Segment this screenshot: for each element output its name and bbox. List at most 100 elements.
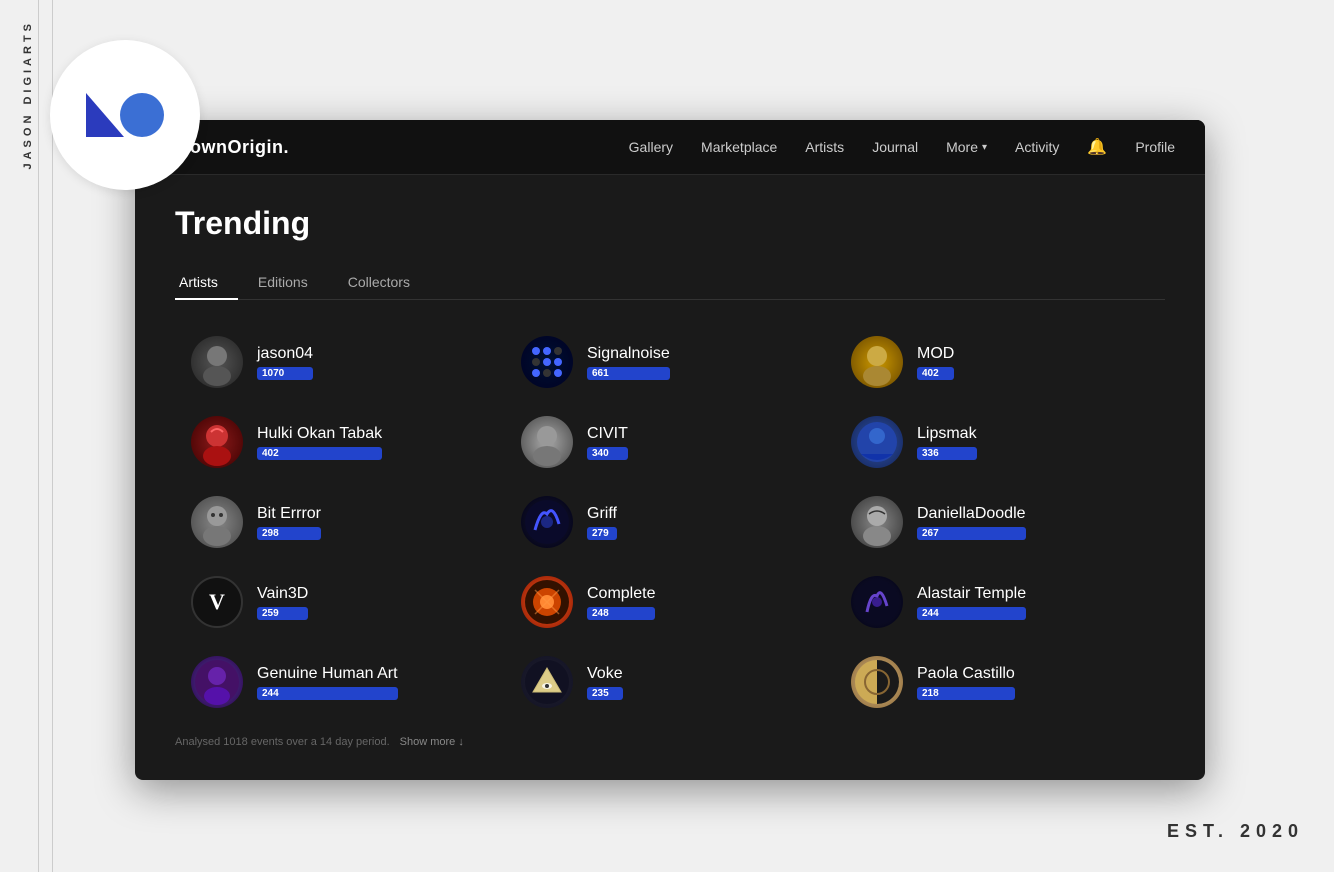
artist-name-genuine: Genuine Human Art — [257, 665, 398, 683]
avatar-voke — [521, 656, 573, 708]
artist-item-alastair[interactable]: Alastair Temple 244 — [835, 564, 1165, 640]
footer-text: Analysed 1018 events over a 14 day perio… — [175, 736, 390, 748]
artist-info-vain3d: Vain3D 259 — [257, 585, 308, 620]
bell-icon[interactable]: 🔔 — [1087, 137, 1107, 157]
artist-name-alastair: Alastair Temple — [917, 585, 1026, 603]
artist-info-paola: Paola Castillo 218 — [917, 665, 1015, 700]
artist-info-lipsmak: Lipsmak 336 — [917, 425, 977, 460]
artist-score-daniella: 267 — [917, 527, 1026, 540]
artist-info-signalnoise: Signalnoise 661 — [587, 345, 670, 380]
artist-item-civit[interactable]: CIVIT 340 — [505, 404, 835, 480]
page-title: Trending — [175, 205, 1165, 242]
vain3d-v-icon: V — [209, 589, 225, 615]
artist-info-daniella: DaniellaDoodle 267 — [917, 505, 1026, 540]
artist-item-paola[interactable]: Paola Castillo 218 — [835, 644, 1165, 720]
est-text: EST. 2020 — [1167, 821, 1304, 842]
logo-shapes — [86, 93, 164, 137]
tab-artists[interactable]: Artists — [175, 266, 238, 300]
artist-info-genuine: Genuine Human Art 244 — [257, 665, 398, 700]
artist-name-complete: Complete — [587, 585, 655, 603]
artist-info-mod: MOD 402 — [917, 345, 954, 380]
tab-editions[interactable]: Editions — [238, 266, 328, 300]
logo-dot — [120, 93, 164, 137]
artist-info-voke: Voke 235 — [587, 665, 623, 700]
tabs: Artists Editions Collectors — [175, 266, 1165, 300]
artist-item-voke[interactable]: Voke 235 — [505, 644, 835, 720]
avatar-daniella — [851, 496, 903, 548]
footer-note: Analysed 1018 events over a 14 day perio… — [175, 736, 1165, 748]
avatar-paola — [851, 656, 903, 708]
watermark-side: JASON DIGIARTS — [0, 0, 55, 872]
nav-links: Gallery Marketplace Artists Journal More… — [629, 137, 1175, 157]
artist-score-biterrror: 298 — [257, 527, 321, 540]
artist-item-hulki[interactable]: Hulki Okan Tabak 402 — [175, 404, 505, 480]
nav-more-label: More — [946, 139, 978, 155]
artist-name-biterrror: Bit Errror — [257, 505, 321, 523]
avatar-signalnoise — [521, 336, 573, 388]
browser-window: KnownOrigin. Gallery Marketplace Artists… — [135, 120, 1205, 780]
artist-score-complete: 248 — [587, 607, 655, 620]
avatar-complete — [521, 576, 573, 628]
artist-score-signalnoise: 661 — [587, 367, 670, 380]
artist-info-biterrror: Bit Errror 298 — [257, 505, 321, 540]
artist-score-lipsmak: 336 — [917, 447, 977, 460]
artist-item-vain3d[interactable]: V Vain3D 259 — [175, 564, 505, 640]
avatar-biterrror — [191, 496, 243, 548]
artist-item-biterrror[interactable]: Bit Errror 298 — [175, 484, 505, 560]
artist-score-vain3d: 259 — [257, 607, 308, 620]
avatar-griff — [521, 496, 573, 548]
artist-info-civit: CIVIT 340 — [587, 425, 628, 460]
tab-collectors[interactable]: Collectors — [328, 266, 430, 300]
nav-journal[interactable]: Journal — [872, 139, 918, 155]
main-content: Trending Artists Editions Collectors jas… — [135, 175, 1205, 780]
artist-score-griff: 279 — [587, 527, 617, 540]
nav-artists[interactable]: Artists — [805, 139, 844, 155]
artist-name-griff: Griff — [587, 505, 617, 523]
show-more-button[interactable]: Show more ↓ — [400, 736, 464, 748]
artist-info-griff: Griff 279 — [587, 505, 617, 540]
artist-score-hulki: 402 — [257, 447, 382, 460]
artist-score-mod: 402 — [917, 367, 954, 380]
artist-score-civit: 340 — [587, 447, 628, 460]
artists-grid: jason04 1070 Signalnoise 661 — [175, 324, 1165, 720]
artist-name-paola: Paola Castillo — [917, 665, 1015, 683]
nav-more-dropdown[interactable]: More ▾ — [946, 139, 987, 155]
avatar-jason04 — [191, 336, 243, 388]
artist-name-voke: Voke — [587, 665, 623, 683]
nav-marketplace[interactable]: Marketplace — [701, 139, 777, 155]
artist-item-mod[interactable]: MOD 402 — [835, 324, 1165, 400]
artist-score-voke: 235 — [587, 687, 623, 700]
artist-score-jason04: 1070 — [257, 367, 313, 380]
artist-name-hulki: Hulki Okan Tabak — [257, 425, 382, 443]
artist-info-hulki: Hulki Okan Tabak 402 — [257, 425, 382, 460]
nav-activity[interactable]: Activity — [1015, 139, 1059, 155]
artist-score-paola: 218 — [917, 687, 1015, 700]
logo-circle — [50, 40, 200, 190]
navbar: KnownOrigin. Gallery Marketplace Artists… — [135, 120, 1205, 175]
signalnoise-dots-icon — [532, 347, 562, 377]
artist-name-civit: CIVIT — [587, 425, 628, 443]
artist-item-daniella[interactable]: DaniellaDoodle 267 — [835, 484, 1165, 560]
artist-name-daniella: DaniellaDoodle — [917, 505, 1026, 523]
avatar-lipsmak — [851, 416, 903, 468]
nav-profile[interactable]: Profile — [1135, 139, 1175, 155]
artist-info-jason04: jason04 1070 — [257, 345, 313, 380]
chevron-down-icon: ▾ — [982, 142, 987, 153]
artist-name-jason04: jason04 — [257, 345, 313, 363]
artist-item-genuine[interactable]: Genuine Human Art 244 — [175, 644, 505, 720]
avatar-alastair — [851, 576, 903, 628]
artist-item-lipsmak[interactable]: Lipsmak 336 — [835, 404, 1165, 480]
artist-name-signalnoise: Signalnoise — [587, 345, 670, 363]
artist-item-signalnoise[interactable]: Signalnoise 661 — [505, 324, 835, 400]
artist-name-lipsmak: Lipsmak — [917, 425, 977, 443]
avatar-civit — [521, 416, 573, 468]
watermark-text: JASON DIGIARTS — [22, 20, 34, 170]
artist-item-griff[interactable]: Griff 279 — [505, 484, 835, 560]
artist-info-alastair: Alastair Temple 244 — [917, 585, 1026, 620]
artist-score-genuine: 244 — [257, 687, 398, 700]
avatar-mod — [851, 336, 903, 388]
artist-item-complete[interactable]: Complete 248 — [505, 564, 835, 640]
artist-info-complete: Complete 248 — [587, 585, 655, 620]
artist-item-jason04[interactable]: jason04 1070 — [175, 324, 505, 400]
nav-gallery[interactable]: Gallery — [629, 139, 673, 155]
